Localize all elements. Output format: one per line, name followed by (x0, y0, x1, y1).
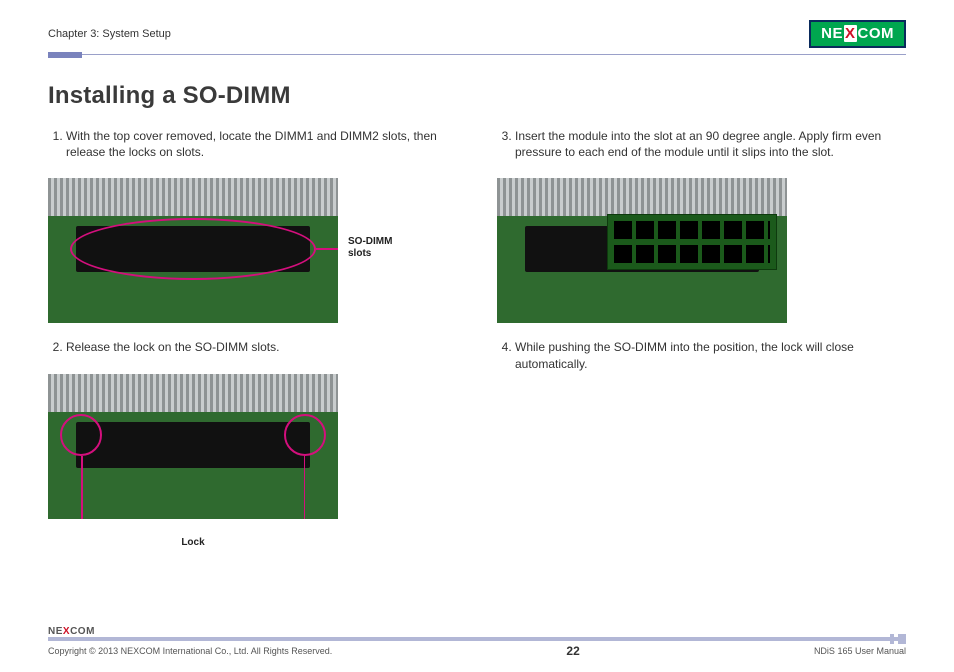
callout-line2: slots (348, 248, 371, 259)
page-footer: NEXCOM Copyright © 2013 NEXCOM Internati… (48, 626, 906, 658)
figure-2-wrap: Lock (48, 374, 338, 548)
footer-rule (48, 637, 906, 641)
right-column: Insert the module into the slot at an 90… (497, 128, 906, 564)
step-4: While pushing the SO-DIMM into the posit… (515, 339, 906, 371)
header-rule (48, 52, 906, 58)
lock-leader-right (304, 456, 306, 519)
lock-circle-right (284, 414, 326, 456)
figure-3-photo (497, 178, 787, 323)
figure-2-photo (48, 374, 338, 519)
lock-circle-left (60, 414, 102, 456)
left-column: With the top cover removed, locate the D… (48, 128, 457, 564)
callout-line1: SO-DIMM (348, 236, 392, 247)
brand-logo: NEXCOM (809, 20, 906, 48)
step-1: With the top cover removed, locate the D… (66, 128, 457, 160)
step-3: Insert the module into the slot at an 90… (515, 128, 906, 160)
page-title: Installing a SO-DIMM (48, 82, 906, 110)
callout-leader (316, 248, 338, 250)
figure-3-wrap (497, 178, 787, 323)
chapter-label: Chapter 3: System Setup (48, 28, 171, 40)
brand-text-left: NE (821, 25, 843, 42)
page-number: 22 (566, 644, 579, 658)
lock-leader-left (81, 456, 83, 519)
ram-module-icon (607, 214, 777, 270)
footer-brand-right: COM (70, 626, 95, 637)
step-2: Release the lock on the SO-DIMM slots. (66, 339, 457, 355)
brand-text-right: COM (858, 25, 895, 42)
footer-brand-left: NE (48, 626, 63, 637)
brand-text-x: X (844, 25, 857, 42)
copyright-text: Copyright © 2013 NEXCOM International Co… (48, 646, 332, 656)
figure-1-photo (48, 178, 338, 323)
ellipse-annotation (70, 218, 316, 280)
figure-1-wrap: SO-DIMM slots (48, 178, 338, 323)
footer-brand-x: X (63, 626, 70, 637)
lock-callout: Lock (48, 537, 338, 548)
sodimm-slots-callout: SO-DIMM slots (348, 236, 408, 259)
doc-title: NDiS 165 User Manual (814, 646, 906, 656)
footer-brand: NEXCOM (48, 626, 906, 637)
